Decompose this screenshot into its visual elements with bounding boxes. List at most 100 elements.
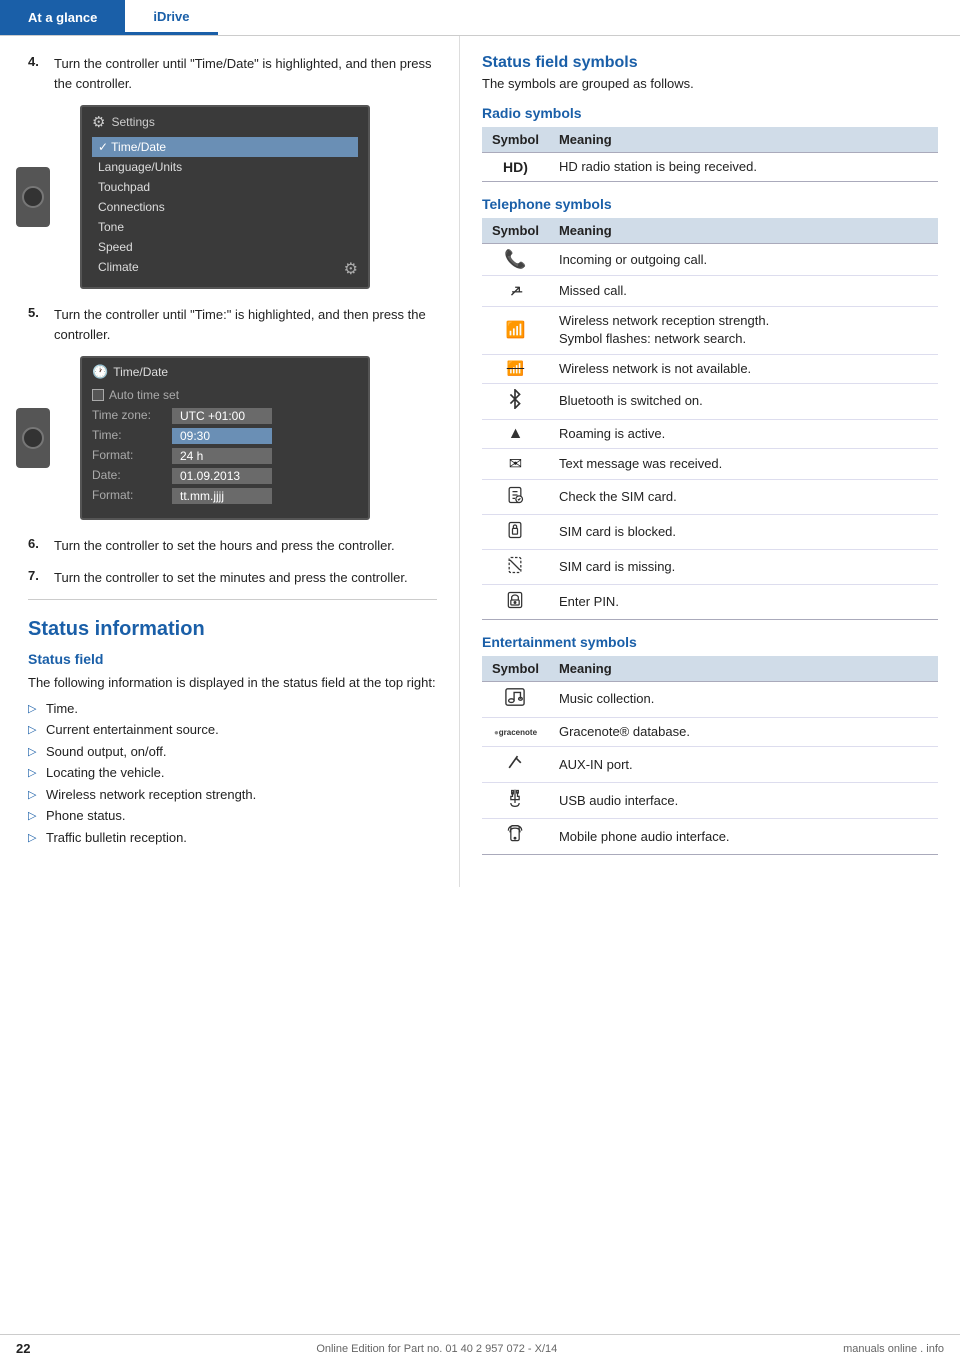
tab-idrive[interactable]: iDrive	[125, 0, 217, 35]
bullet-arrow-icon-3: ▷	[28, 744, 40, 761]
auto-time-checkbox[interactable]	[92, 389, 104, 401]
bullet-wireless: ▷ Wireless network reception strength.	[28, 785, 437, 805]
meaning-text-msg: Text message was received.	[549, 448, 938, 479]
ent-row-mobile: Mobile phone audio interface.	[482, 819, 938, 855]
radio-symbols-heading: Radio symbols	[482, 105, 938, 121]
meaning-incoming: Incoming or outgoing call.	[549, 244, 938, 276]
tel-row-roaming: ▲ Roaming is active.	[482, 419, 938, 448]
step-5-block: 5. Turn the controller until "Time:" is …	[28, 305, 437, 344]
meaning-enter-pin: Enter PIN.	[549, 584, 938, 619]
footer-text: Online Edition for Part no. 01 40 2 957 …	[316, 1343, 557, 1355]
meaning-usb: USB audio interface.	[549, 783, 938, 819]
tel-row-wireless-unavail: 📶 Wireless network is not available.	[482, 354, 938, 383]
menu-item-timedate[interactable]: ✓ Time/Date	[92, 137, 358, 157]
gear-icon: ⚙	[92, 113, 105, 131]
bullet-arrow-icon-5: ▷	[28, 787, 40, 804]
step-4-text: Turn the controller until "Time/Date" is…	[54, 56, 432, 91]
bullet-entertainment: ▷ Current entertainment source.	[28, 720, 437, 740]
timezone-row: Time zone: UTC +01:00	[92, 408, 358, 424]
timedate-title: 🕐 Time/Date	[92, 364, 358, 380]
sym-usb	[482, 783, 549, 819]
bottom-bar: 22 Online Edition for Part no. 01 40 2 9…	[0, 1334, 960, 1362]
auto-time-set-row: Auto time set	[92, 388, 358, 402]
sym-sim-blocked	[482, 514, 549, 549]
timedate-screen-mockup: 🕐 Time/Date Auto time set Time zone: UTC…	[80, 356, 370, 520]
tel-row-bluetooth: Bluetooth is switched on.	[482, 383, 938, 419]
meaning-sim-missing: SIM card is missing.	[549, 549, 938, 584]
step-5-text: Turn the controller until "Time:" is hig…	[54, 307, 426, 342]
tel-row-enter-pin: Enter PIN.	[482, 584, 938, 619]
format-row-2: Format: tt.mm.jjjj	[92, 488, 358, 504]
step-4-block: 4. Turn the controller until "Time/Date"…	[28, 54, 437, 93]
main-content: 4. Turn the controller until "Time/Date"…	[0, 36, 960, 887]
tel-row-incoming: 📞 Incoming or outgoing call.	[482, 244, 938, 276]
tel-row-sim-missing: SIM card is missing.	[482, 549, 938, 584]
tel-row-check-sim: Check the SIM card.	[482, 479, 938, 514]
telephone-table: Symbol Meaning 📞 Incoming or outgoing ca…	[482, 218, 938, 620]
bullet-locating: ▷ Locating the vehicle.	[28, 763, 437, 783]
entertainment-table: Symbol Meaning Music collection.	[482, 656, 938, 855]
tel-row-wireless-strength: 📶 Wireless network reception strength.Sy…	[482, 307, 938, 354]
tab-at-a-glance[interactable]: At a glance	[0, 0, 125, 35]
status-info-heading: Status information	[28, 618, 437, 641]
meaning-wireless-unavail: Wireless network is not available.	[549, 354, 938, 383]
radio-col-symbol: Symbol	[482, 127, 549, 153]
step-6-text: Turn the controller to set the hours and…	[54, 538, 395, 553]
menu-item-tone[interactable]: Tone	[92, 217, 358, 237]
telephone-symbols-heading: Telephone symbols	[482, 196, 938, 212]
footer-logo: manuals online . info	[843, 1343, 944, 1355]
sym-roaming: ▲	[482, 419, 549, 448]
menu-item-climate[interactable]: Climate	[92, 257, 358, 277]
right-column: Status field symbols The symbols are gro…	[460, 36, 960, 887]
bullet-arrow-icon-4: ▷	[28, 765, 40, 782]
page-number: 22	[16, 1341, 30, 1356]
bullet-sound: ▷ Sound output, on/off.	[28, 742, 437, 762]
menu-item-language[interactable]: Language/Units	[92, 157, 358, 177]
tel-row-missed: ↗̶ Missed call.	[482, 276, 938, 307]
radio-sym-hd: HD)	[482, 153, 549, 182]
section-divider	[28, 599, 437, 600]
menu-item-speed[interactable]: Speed	[92, 237, 358, 257]
bullet-phone: ▷ Phone status.	[28, 806, 437, 826]
settings-screen-mockup: ⚙ Settings ✓ Time/Date Language/Units To…	[80, 105, 370, 289]
sym-check-sim	[482, 479, 549, 514]
tel-col-meaning: Meaning	[549, 218, 938, 244]
radio-col-meaning: Meaning	[549, 127, 938, 153]
status-bullet-list: ▷ Time. ▷ Current entertainment source. …	[28, 699, 437, 848]
bullet-arrow-icon-6: ▷	[28, 808, 40, 825]
sym-wireless-unavail: 📶	[482, 354, 549, 383]
radio-row-hd: HD) HD radio station is being received.	[482, 153, 938, 182]
ent-row-music: Music collection.	[482, 681, 938, 717]
sym-missed-call: ↗̶	[482, 276, 549, 307]
ent-row-usb: USB audio interface.	[482, 783, 938, 819]
step-6-num: 6.	[28, 536, 39, 551]
controller-icon-2	[22, 427, 44, 449]
gear-corner-icon: ⚙	[344, 259, 358, 279]
menu-item-connections[interactable]: Connections	[92, 197, 358, 217]
bullet-arrow-icon: ▷	[28, 701, 40, 718]
ent-col-meaning: Meaning	[549, 656, 938, 682]
meaning-bluetooth: Bluetooth is switched on.	[549, 383, 938, 419]
sym-phone-call: 📞	[482, 244, 549, 276]
tel-col-symbol: Symbol	[482, 218, 549, 244]
bullet-arrow-icon-7: ▷	[28, 830, 40, 847]
status-field-heading: Status field	[28, 651, 437, 667]
menu-item-touchpad[interactable]: Touchpad	[92, 177, 358, 197]
sym-sim-missing	[482, 549, 549, 584]
meaning-aux: AUX-IN port.	[549, 747, 938, 783]
sym-wireless-strength: 📶	[482, 307, 549, 354]
time-row: Time: 09:30	[92, 428, 358, 444]
date-row: Date: 01.09.2013	[92, 468, 358, 484]
settings-screen-title: ⚙ Settings	[92, 113, 358, 131]
status-symbols-body: The symbols are grouped as follows.	[482, 76, 938, 91]
left-column: 4. Turn the controller until "Time/Date"…	[0, 36, 460, 887]
sym-enter-pin	[482, 584, 549, 619]
radio-meaning-hd: HD radio station is being received.	[549, 153, 938, 182]
bullet-time: ▷ Time.	[28, 699, 437, 719]
ent-row-aux: AUX-IN port.	[482, 747, 938, 783]
meaning-mobile: Mobile phone audio interface.	[549, 819, 938, 855]
meaning-missed: Missed call.	[549, 276, 938, 307]
status-field-body: The following information is displayed i…	[28, 673, 437, 693]
meaning-wireless-strength: Wireless network reception strength.Symb…	[549, 307, 938, 354]
step-4-num: 4.	[28, 54, 39, 69]
